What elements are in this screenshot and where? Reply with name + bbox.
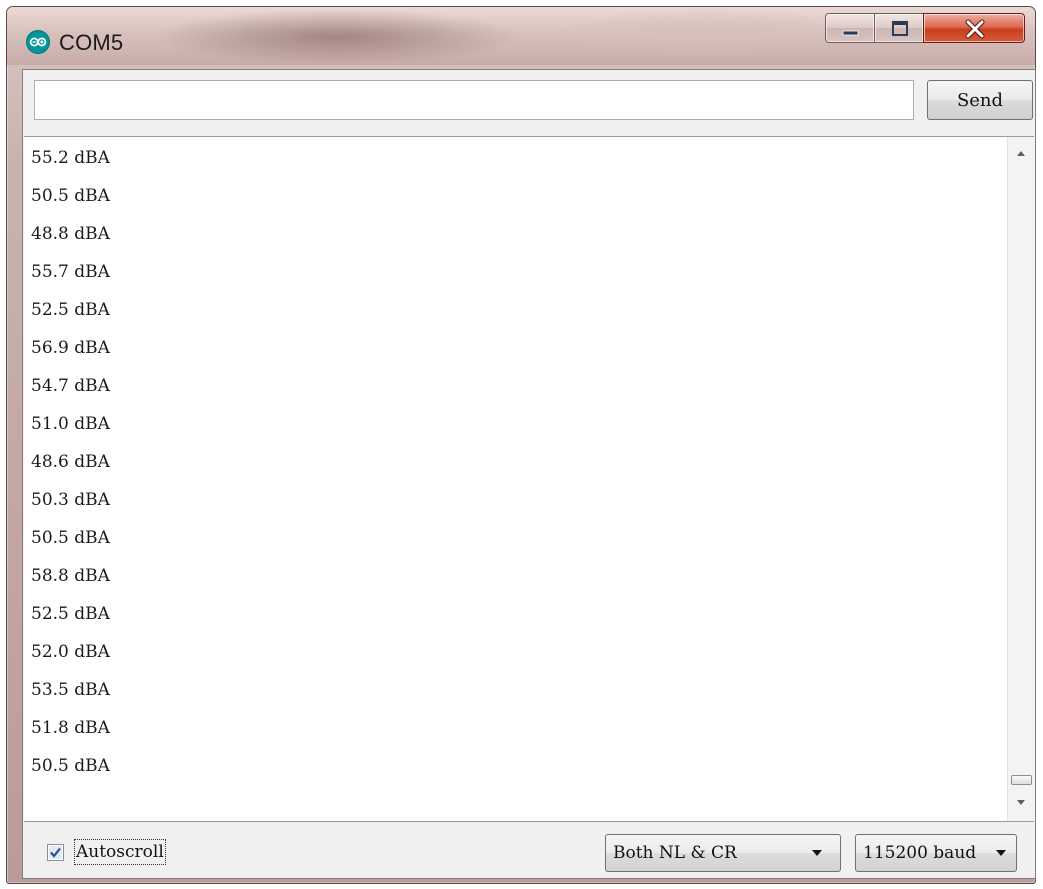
serial-output-pane[interactable]: 55.2 dBA 50.5 dBA 48.8 dBA 55.7 dBA 52.5…	[24, 136, 1034, 822]
line-ending-value: Both NL & CR	[613, 843, 737, 863]
scroll-up-button[interactable]	[1008, 141, 1034, 167]
serial-send-input[interactable]	[34, 80, 914, 120]
maximize-button[interactable]	[874, 13, 924, 43]
vertical-scrollbar[interactable]	[1007, 137, 1034, 821]
output-line: 51.0 dBA	[31, 414, 110, 434]
baud-rate-select[interactable]: 115200 baud	[855, 834, 1017, 872]
serial-monitor-footer: Autoscroll Both NL & CR 115200 baud	[23, 822, 1035, 878]
window-title: COM5	[59, 30, 124, 55]
output-line: 50.3 dBA	[31, 490, 110, 510]
arduino-infinity-icon	[27, 31, 49, 53]
output-line: 54.7 dBA	[31, 376, 110, 396]
baud-rate-value: 115200 baud	[863, 843, 977, 863]
minimize-button[interactable]	[825, 13, 875, 43]
serial-monitor-client-area: Send 55.2 dBA 50.5 dBA 48.8 dBA 55.7 dBA…	[22, 69, 1036, 879]
output-line: 51.8 dBA	[31, 718, 110, 738]
scroll-up-arrow-icon	[1017, 151, 1025, 156]
output-line: 53.5 dBA	[31, 680, 110, 700]
line-ending-select[interactable]: Both NL & CR	[605, 834, 841, 872]
scroll-down-button[interactable]	[1008, 789, 1034, 815]
output-line: 55.7 dBA	[31, 262, 110, 282]
output-line: 58.8 dBA	[31, 566, 110, 586]
output-line: 50.5 dBA	[31, 528, 110, 548]
checkmark-icon	[49, 846, 62, 859]
autoscroll-label[interactable]: Autoscroll	[74, 839, 166, 865]
scroll-down-arrow-icon	[1017, 800, 1025, 805]
serial-output-lines: 55.2 dBA 50.5 dBA 48.8 dBA 55.7 dBA 52.5…	[31, 139, 110, 785]
title-bar[interactable]: COM5	[7, 7, 1035, 65]
output-line: 52.5 dBA	[31, 300, 110, 320]
close-button[interactable]	[923, 13, 1025, 43]
output-line: 55.2 dBA	[31, 148, 110, 168]
scroll-thumb[interactable]	[1011, 775, 1032, 785]
chevron-down-icon	[996, 850, 1006, 856]
autoscroll-checkbox[interactable]	[47, 844, 64, 861]
output-line: 52.5 dBA	[31, 604, 110, 624]
maximize-icon	[892, 21, 908, 36]
output-line: 56.9 dBA	[31, 338, 110, 358]
output-line: 52.0 dBA	[31, 642, 110, 662]
output-line: 50.5 dBA	[31, 186, 110, 206]
output-line: 48.8 dBA	[31, 224, 110, 244]
serial-monitor-window: COM5 Send 55.2 dBA 50.5 dBA 48.8 dBA 55.…	[6, 6, 1036, 884]
send-button[interactable]: Send	[927, 80, 1033, 120]
output-line: 50.5 dBA	[31, 756, 110, 776]
chevron-down-icon	[812, 850, 822, 856]
minimize-icon	[842, 30, 859, 36]
close-icon	[965, 19, 985, 39]
output-line: 48.6 dBA	[31, 452, 110, 472]
